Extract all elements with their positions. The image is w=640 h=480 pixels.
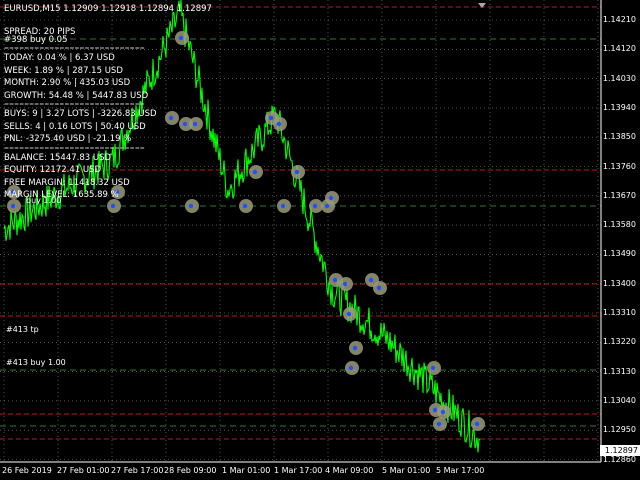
equity-stat: EQUITY: 12172.41 USD (4, 165, 102, 175)
price-tick-label: 1.13040 (602, 395, 636, 405)
trade-marker-dot (110, 203, 116, 209)
trade-marker-dot (348, 365, 354, 371)
trade-marker-dot (436, 421, 442, 427)
sells-stat: SELLS: 4 | 0.16 LOTS | 50.40 USD (4, 121, 146, 132)
trade-marker-dot (352, 345, 358, 351)
trade-marker-dot (328, 195, 334, 201)
time-tick-label: 5 Mar 17:00 (436, 466, 485, 475)
trade-marker-dot (346, 311, 352, 317)
current-price-tag: 1.12897 (600, 445, 640, 456)
price-tick-label: 1.13670 (602, 190, 636, 200)
trade-marker-dot (324, 203, 330, 209)
time-tick-label: 4 Mar 09:00 (325, 466, 374, 475)
trade-marker-dot (252, 169, 258, 175)
account-info-panel: SPREAD: 20 PIPS #398 buy 0.05 ==========… (4, 27, 157, 201)
order-label: #398 buy 0.05 (4, 34, 68, 45)
separator: ============================ (4, 45, 145, 52)
trade-marker-dot (474, 421, 480, 427)
trade-marker-dot (276, 121, 282, 127)
time-tick-label: 1 Mar 17:00 (274, 466, 323, 475)
price-tick-label: 1.13220 (602, 337, 636, 347)
separator: ============================ (4, 144, 145, 152)
trade-marker-dot (10, 203, 16, 209)
time-tick-label: 26 Feb 2019 (2, 466, 52, 475)
trade-marker-dot (376, 285, 382, 291)
balance-stat: BALANCE: 15447.83 USD (4, 152, 112, 163)
pnl-stat: PNL: -3275.40 USD | -21.19 % (4, 134, 132, 144)
price-tick-label: 1.13580 (602, 220, 636, 230)
trade-marker-dot (178, 35, 184, 41)
growth-stat: GROWTH: 54.48 % | 5447.83 USD (4, 90, 149, 101)
trade-marker-dot (440, 409, 446, 415)
trade-marker-dot (182, 121, 188, 127)
trade-marker-dot (432, 407, 438, 413)
trade-marker-dot (342, 281, 348, 287)
symbol-header: EURUSD,M15 1.12909 1.12918 1.12894 1.128… (4, 4, 212, 14)
today-stat: TODAY: 0.04 % | 6.37 USD (4, 53, 115, 63)
time-tick-label: 5 Mar 01:00 (382, 466, 431, 475)
trade-marker-dot (280, 203, 286, 209)
trade-marker-dot (294, 169, 300, 175)
separator: ============================ (4, 101, 145, 108)
trade-marker-dot (268, 115, 274, 121)
price-tick-label: 1.14120 (602, 44, 636, 54)
trade-marker-dot (192, 121, 198, 127)
time-tick-label: 27 Feb 17:00 (111, 466, 164, 475)
price-tick-label: 1.13310 (602, 308, 636, 317)
price-tick-label: 1.14210 (602, 15, 636, 24)
trade-marker-dot (368, 277, 374, 283)
price-tick-label: 1.13940 (602, 102, 636, 112)
week-stat: WEEK: 1.89 % | 287.15 USD (4, 65, 123, 76)
price-tick-label: 1.12950 (602, 425, 636, 435)
buys-stat: BUYS: 9 | 3.27 LOTS | -3226.83 USD (4, 109, 157, 119)
trade-marker-dot (168, 115, 174, 121)
month-stat: MONTH: 2.90 % | 435.03 USD (4, 78, 131, 88)
trade-marker-dot (312, 203, 318, 209)
buy-line-label: buy 1.00 (26, 196, 62, 205)
trade-marker-dot (188, 203, 194, 209)
trade-marker-dot (430, 365, 436, 371)
price-tick-label: 1.13760 (602, 161, 636, 171)
price-tick-label: 1.14030 (602, 73, 636, 83)
time-tick-label: 28 Feb 09:00 (164, 466, 217, 475)
price-tick-label: 1.13490 (602, 249, 636, 259)
trade-marker-dot (242, 203, 248, 209)
price-tick-label: 1.13400 (602, 278, 636, 288)
free-margin-stat: FREE MARGIN: 11418.32 USD (4, 177, 130, 188)
price-tick-label: 1.13130 (602, 366, 636, 376)
tp-line-label: #413 tp (6, 325, 39, 334)
trade-marker-dot (332, 277, 338, 283)
time-tick-label: 27 Feb 01:00 (57, 466, 110, 475)
buy-order-line-label: #413 buy 1.00 (6, 358, 66, 367)
price-tick-label: 1.13850 (602, 132, 636, 142)
time-tick-label: 1 Mar 01:00 (222, 466, 271, 475)
